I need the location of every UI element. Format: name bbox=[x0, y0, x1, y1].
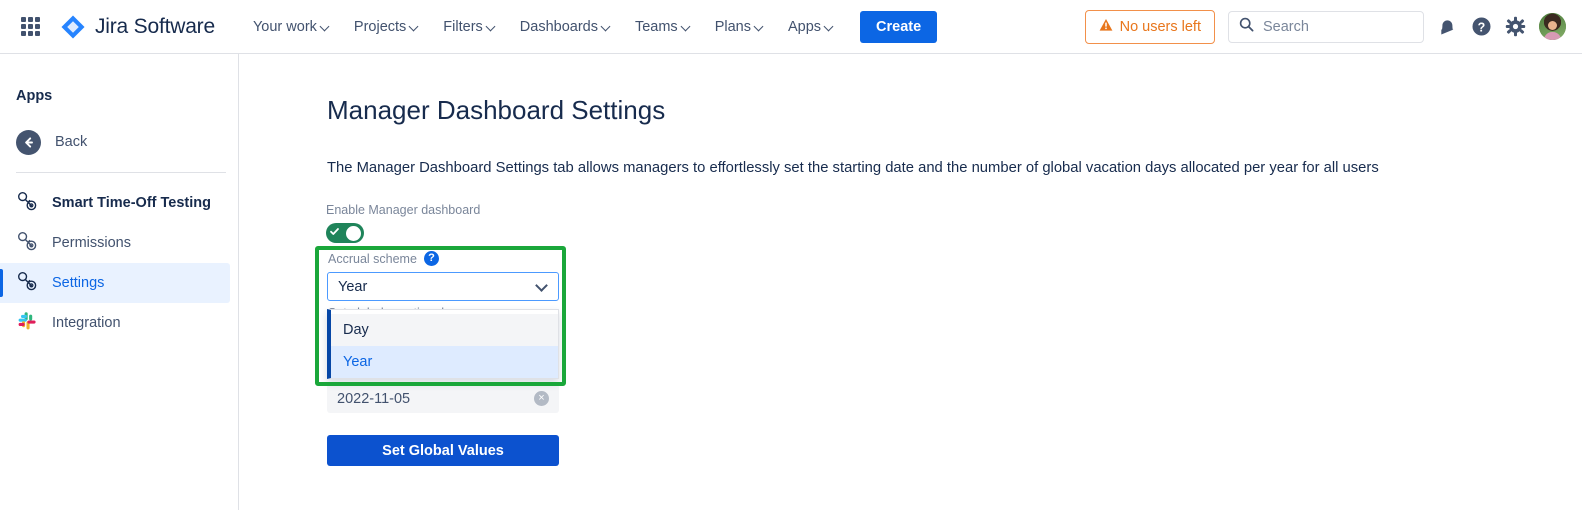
sidebar-item-label: Permissions bbox=[52, 235, 131, 251]
back-arrow-icon bbox=[16, 130, 41, 155]
key-gear-icon bbox=[16, 190, 38, 217]
nav-label: Teams bbox=[635, 19, 678, 35]
accrual-scheme-select[interactable]: Year bbox=[327, 272, 559, 301]
page-title: Manager Dashboard Settings bbox=[327, 95, 665, 126]
sidebar-item-label: Smart Time-Off Testing bbox=[52, 195, 211, 211]
top-nav-right-cluster: No users left Search ? bbox=[1085, 10, 1566, 44]
chevron-down-icon bbox=[755, 22, 764, 31]
jira-brand-logo[interactable]: Jira Software bbox=[60, 14, 215, 40]
sidebar-item-permissions[interactable]: Permissions bbox=[0, 223, 230, 263]
start-date-value: 2022-11-05 bbox=[337, 391, 534, 407]
check-icon bbox=[329, 224, 340, 242]
dropdown-option-year[interactable]: Year bbox=[331, 346, 558, 378]
sidebar-item-settings[interactable]: Settings bbox=[0, 263, 230, 303]
key-gear-icon bbox=[16, 230, 38, 257]
nav-item-filters[interactable]: Filters bbox=[433, 12, 505, 42]
no-users-left-label: No users left bbox=[1120, 19, 1201, 35]
nav-label: Your work bbox=[253, 19, 317, 35]
sidebar-item-label: Settings bbox=[52, 275, 104, 291]
chevron-down-icon bbox=[537, 281, 548, 292]
chevron-down-icon bbox=[321, 22, 330, 31]
sidebar-item-back[interactable]: Back bbox=[0, 122, 230, 162]
search-placeholder-text: Search bbox=[1263, 19, 1309, 35]
key-gear-icon bbox=[16, 270, 38, 297]
jira-diamond-icon bbox=[60, 14, 86, 40]
toggle-knob bbox=[346, 226, 361, 241]
avatar-body bbox=[1544, 32, 1561, 40]
page-description: The Manager Dashboard Settings tab allow… bbox=[327, 160, 1379, 176]
accrual-scheme-dropdown-list: Day Year bbox=[327, 309, 559, 379]
brand-name: Jira Software bbox=[95, 15, 215, 39]
gear-icon[interactable] bbox=[1505, 16, 1526, 37]
sidebar-item-integration[interactable]: Integration bbox=[0, 303, 230, 343]
avatar[interactable] bbox=[1539, 13, 1566, 40]
bell-icon[interactable] bbox=[1437, 16, 1458, 37]
nav-item-projects[interactable]: Projects bbox=[344, 12, 429, 42]
accrual-scheme-label-text: Accrual scheme bbox=[328, 252, 417, 266]
main-content: Manager Dashboard Settings The Manager D… bbox=[240, 54, 1582, 510]
nav-label: Dashboards bbox=[520, 19, 598, 35]
slack-icon bbox=[16, 310, 38, 337]
nav-item-apps[interactable]: Apps bbox=[778, 12, 844, 42]
nav-label: Plans bbox=[715, 19, 751, 35]
dropdown-option-day[interactable]: Day bbox=[331, 314, 558, 346]
chevron-down-icon bbox=[487, 22, 496, 31]
search-icon bbox=[1239, 17, 1254, 37]
chevron-down-icon bbox=[682, 22, 691, 31]
warning-triangle-icon bbox=[1099, 18, 1113, 36]
nav-item-plans[interactable]: Plans bbox=[705, 12, 774, 42]
no-users-left-badge[interactable]: No users left bbox=[1085, 10, 1215, 44]
chevron-down-icon bbox=[825, 22, 834, 31]
nav-item-teams[interactable]: Teams bbox=[625, 12, 701, 42]
nav-item-dashboards[interactable]: Dashboards bbox=[510, 12, 621, 42]
chevron-down-icon bbox=[410, 22, 419, 31]
nav-item-your-work[interactable]: Your work bbox=[243, 12, 340, 42]
top-navigation-bar: Jira Software Your work Projects Filters… bbox=[0, 0, 1582, 54]
nav-label: Filters bbox=[443, 19, 482, 35]
nav-label: Apps bbox=[788, 19, 821, 35]
accrual-scheme-selected-value: Year bbox=[338, 279, 537, 295]
chevron-down-icon bbox=[602, 22, 611, 31]
enable-manager-dashboard-label: Enable Manager dashboard bbox=[326, 203, 480, 217]
main-nav-links: Your work Projects Filters Dashboards Te… bbox=[243, 11, 937, 43]
start-date-input[interactable]: 2022-11-05 × bbox=[327, 384, 559, 413]
clear-icon[interactable]: × bbox=[534, 391, 549, 406]
sidebar-title: Apps bbox=[0, 54, 238, 104]
sidebar: Apps Back Smart Time-Off Testing bbox=[0, 54, 239, 510]
nav-label: Projects bbox=[354, 19, 406, 35]
sidebar-item-label: Integration bbox=[52, 315, 121, 331]
sidebar-divider bbox=[16, 172, 226, 173]
sidebar-item-smart-time-off-testing[interactable]: Smart Time-Off Testing bbox=[0, 183, 230, 223]
accrual-scheme-label: Accrual scheme ? bbox=[328, 251, 439, 266]
search-input[interactable]: Search bbox=[1228, 11, 1424, 43]
create-button[interactable]: Create bbox=[860, 11, 937, 43]
help-circle-icon[interactable]: ? bbox=[424, 251, 439, 266]
enable-manager-dashboard-toggle[interactable] bbox=[326, 223, 364, 243]
set-global-values-button[interactable]: Set Global Values bbox=[327, 435, 559, 466]
svg-text:?: ? bbox=[1478, 20, 1486, 34]
sidebar-item-label: Back bbox=[55, 134, 87, 150]
help-circle-icon[interactable]: ? bbox=[1471, 16, 1492, 37]
apps-grid-icon[interactable] bbox=[18, 15, 42, 39]
